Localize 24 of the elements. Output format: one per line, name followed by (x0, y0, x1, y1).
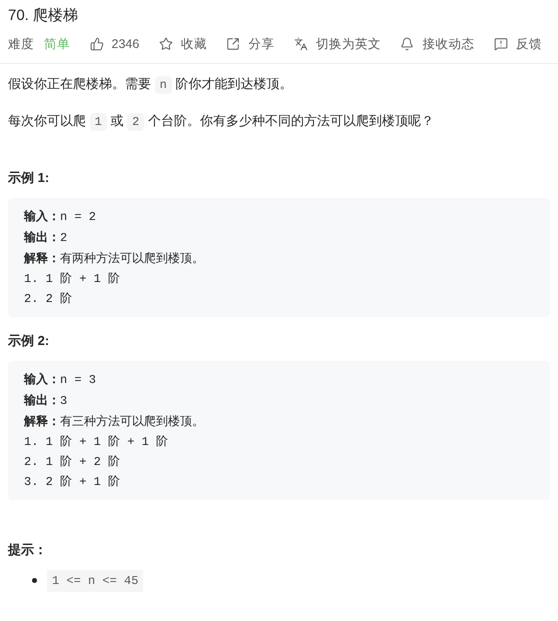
action-button[interactable]: 收藏 (158, 35, 207, 54)
hints-heading: 提示： (8, 540, 48, 559)
translate-icon (294, 37, 308, 52)
action-button[interactable]: 2346 (90, 35, 140, 54)
action-button[interactable]: 接收动态 (400, 35, 474, 54)
example-block: 输入：n = 2 输出：2 解释：有两种方法可以爬到楼顶。 1. 1 阶 + 1 阶 2. 2 阶 (8, 198, 550, 317)
thumbs-up-icon (90, 37, 104, 52)
action-button[interactable]: 反馈 (494, 35, 542, 54)
problem-title: 70. 爬楼梯 (8, 6, 80, 26)
difficulty-value: 简单 (44, 36, 70, 53)
star-icon (158, 37, 173, 52)
share-icon (226, 37, 240, 52)
bell-icon (400, 37, 414, 52)
example-heading: 示例 1: (8, 168, 50, 187)
example-block: 输入：n = 3 输出：3 解释：有三种方法可以爬到楼顶。 1. 1 阶 + 1 阶 + 1 阶 2. 1 阶 + 2 阶 3. 2 阶 + 1 阶 (8, 360, 550, 500)
example-heading: 示例 2: (8, 332, 50, 350)
bullet-icon (32, 578, 37, 584)
description-paragraph: 假设你正在爬楼梯。需要 n 阶你才能到达楼顶。 (8, 74, 294, 96)
action-button[interactable]: 切换为英文 (294, 35, 381, 54)
description-paragraph: 每次你可以爬 1 或 2 个台阶。你有多少种不同的方法可以爬到楼顶呢？ (8, 112, 435, 133)
message-icon (494, 37, 508, 52)
difficulty-label: 难度 (8, 36, 34, 53)
action-button[interactable]: 分享 (226, 35, 274, 54)
constraint-code: 1 <= n <= 45 (47, 570, 144, 592)
